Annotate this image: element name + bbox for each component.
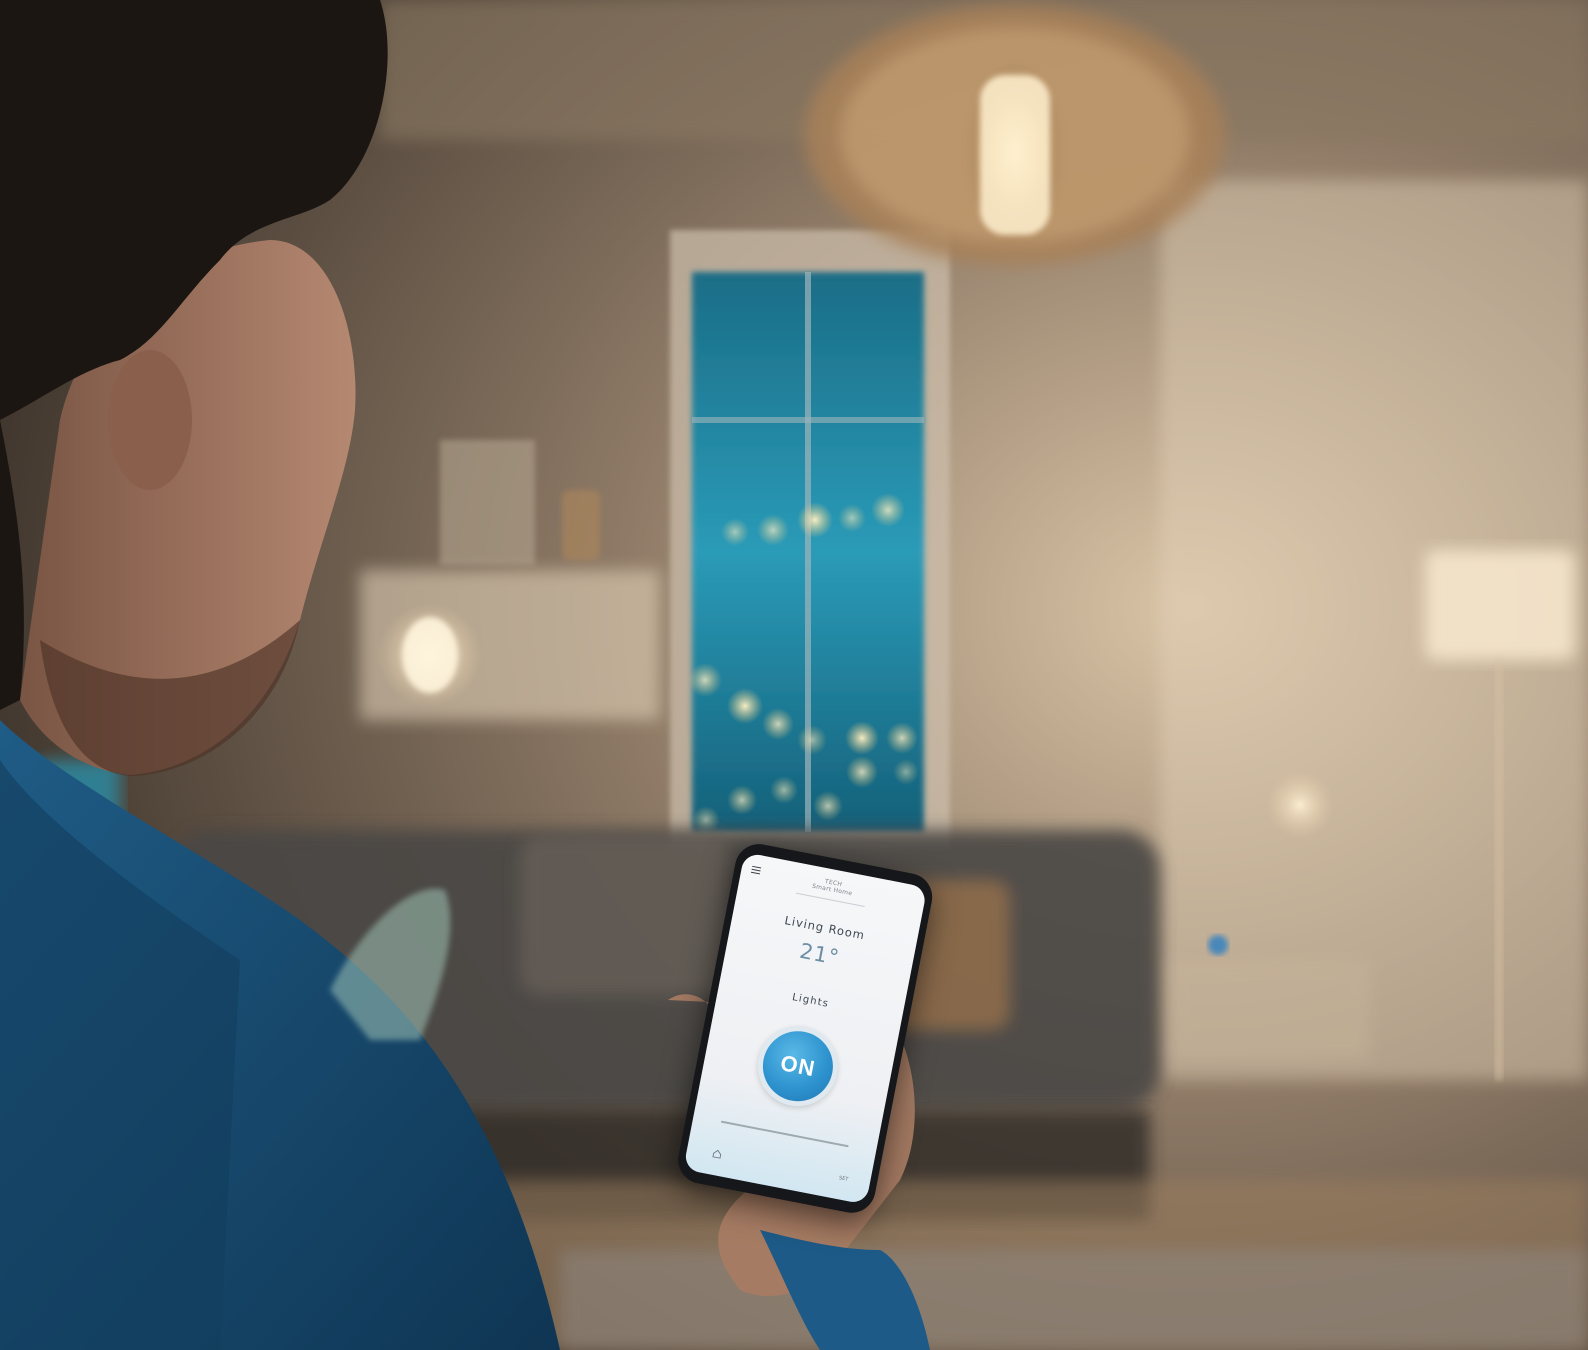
lights-label: Lights xyxy=(791,991,830,1010)
home-icon[interactable] xyxy=(712,1149,723,1160)
nav-extra-label[interactable]: SET xyxy=(838,1175,848,1183)
lights-power-button[interactable]: ON xyxy=(756,1025,839,1108)
power-button-ring: ON xyxy=(751,1019,845,1114)
brand-line-2: Smart Home xyxy=(811,882,853,898)
pendant-lamp xyxy=(805,5,1225,265)
brightness-slider[interactable] xyxy=(720,1120,849,1148)
photo-scene: TECH Smart Home Living Room 21° Lights O… xyxy=(0,0,1588,1350)
